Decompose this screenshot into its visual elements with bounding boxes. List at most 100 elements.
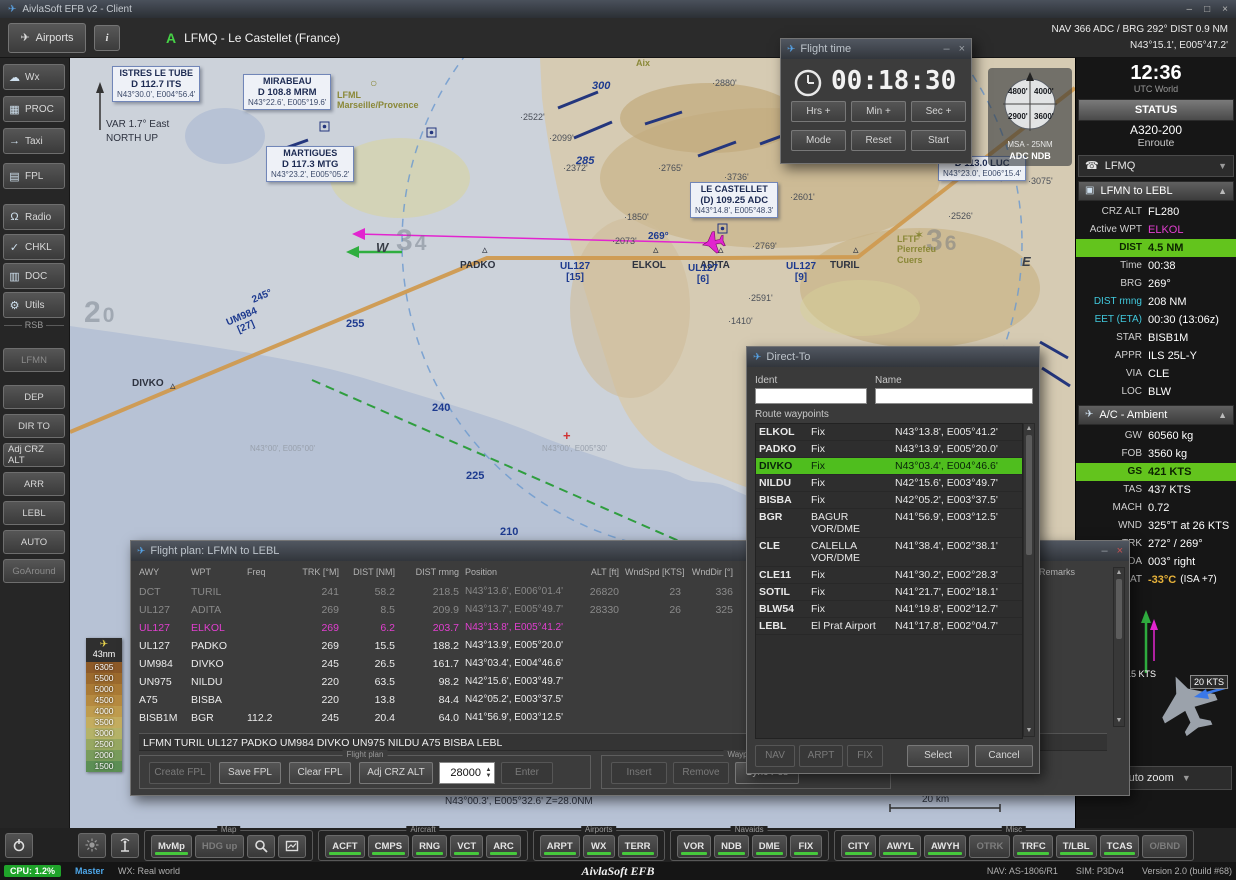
list-item-bgr[interactable]: BGRBAGUR VOR/DMEN41°56.9', E003°12.5' bbox=[756, 509, 1022, 538]
reset-button[interactable]: Reset bbox=[851, 130, 906, 151]
sidebar-item-proc[interactable]: ▦PROC bbox=[3, 96, 65, 122]
list-item-padko[interactable]: PADKOFixN43°13.9', E005°20.0' bbox=[756, 441, 1022, 458]
toolbar-button-arc[interactable]: ARC bbox=[486, 835, 521, 858]
toolbar-button-trfc[interactable]: TRFC bbox=[1013, 835, 1052, 858]
close-icon[interactable]: × bbox=[1117, 545, 1123, 557]
scroll-up-icon[interactable]: ▲ bbox=[1024, 424, 1034, 434]
column-header[interactable]: DIST [NM] bbox=[345, 567, 401, 582]
close-icon[interactable]: × bbox=[959, 43, 965, 55]
airport-selector[interactable]: ☎ LFMQ ▼ bbox=[1078, 155, 1234, 177]
save-fpl-button[interactable]: Save FPL bbox=[219, 762, 281, 784]
toolbar-button-rng[interactable]: RNG bbox=[412, 835, 447, 858]
column-header[interactable]: ALT [ft] bbox=[585, 567, 625, 582]
scrollbar[interactable]: ▲ ▼ bbox=[1113, 567, 1125, 727]
toolbar-button-tcas[interactable]: TCAS bbox=[1100, 835, 1140, 858]
toolbar-button-vor[interactable]: VOR bbox=[677, 835, 712, 858]
scroll-down-icon[interactable]: ▼ bbox=[1114, 716, 1124, 726]
stepper-arrows-icon[interactable]: ▲▼ bbox=[483, 767, 494, 779]
toolbar-button-ndb[interactable]: NDB bbox=[714, 835, 749, 858]
list-item-cle[interactable]: CLECALELLA VOR/DMEN41°38.4', E002°38.1' bbox=[756, 538, 1022, 567]
cruise-altitude-stepper[interactable]: 28000 ▲▼ bbox=[439, 762, 495, 784]
minimize-button[interactable]: – bbox=[943, 43, 949, 55]
column-header[interactable]: WndSpd [KTS] bbox=[625, 567, 687, 582]
list-item-cle11[interactable]: CLE11FixN41°30.2', E002°28.3' bbox=[756, 567, 1022, 584]
mode-button[interactable]: Mode bbox=[791, 130, 846, 151]
list-item-divko[interactable]: DIVKOFixN43°03.4', E004°46.6' bbox=[756, 458, 1022, 475]
scroll-up-icon[interactable]: ▲ bbox=[1114, 568, 1124, 578]
enter-button[interactable]: Enter bbox=[501, 762, 553, 784]
arpt-filter-button[interactable]: ARPT bbox=[799, 745, 843, 767]
hrs--button[interactable]: Hrs + bbox=[791, 101, 846, 122]
rsb-button-auto[interactable]: AUTO bbox=[3, 530, 65, 554]
scroll-thumb[interactable] bbox=[1026, 435, 1032, 555]
direct-to-titlebar[interactable]: ✈ Direct-To bbox=[747, 347, 1039, 367]
rsb-button-dir-to[interactable]: DIR TO bbox=[3, 414, 65, 438]
cancel-button[interactable]: Cancel bbox=[975, 745, 1033, 767]
sidebar-item-wx[interactable]: ☁Wx bbox=[3, 64, 65, 90]
list-item-bisba[interactable]: BISBAFixN42°05.2', E003°37.5' bbox=[756, 492, 1022, 509]
rsb-button-lebl[interactable]: LEBL bbox=[3, 501, 65, 525]
toolbar-button-dme[interactable]: DME bbox=[752, 835, 787, 858]
scroll-down-icon[interactable]: ▼ bbox=[1024, 726, 1034, 736]
adj-crz-alt-button[interactable]: Adj CRZ ALT bbox=[359, 762, 433, 784]
column-header[interactable]: DIST rmng bbox=[401, 567, 465, 582]
toolbar-button-t-lbl[interactable]: T/LBL bbox=[1056, 835, 1097, 858]
rsb-button-dep[interactable]: DEP bbox=[3, 385, 65, 409]
column-header[interactable]: Position bbox=[465, 567, 585, 582]
close-button[interactable]: × bbox=[1222, 4, 1228, 15]
antenna-icon[interactable] bbox=[111, 833, 139, 858]
power-icon[interactable] bbox=[5, 833, 33, 858]
ident-input[interactable] bbox=[755, 388, 867, 404]
toolbar-button-o-bnd[interactable]: O/BND bbox=[1142, 835, 1187, 858]
sidebar-item-chkl[interactable]: ✓CHKL bbox=[3, 234, 65, 260]
rsb-button-lfmn[interactable]: LFMN bbox=[3, 348, 65, 372]
list-item-nildu[interactable]: NILDUFixN42°15.6', E003°49.7' bbox=[756, 475, 1022, 492]
sidebar-item-radio[interactable]: ΩRadio bbox=[3, 204, 65, 230]
waypoint-symbol-divko[interactable]: ▵ bbox=[170, 379, 176, 392]
rsb-button-goaround[interactable]: GoAround bbox=[3, 559, 65, 583]
column-header[interactable]: WPT bbox=[191, 567, 247, 582]
toolbar-button-arpt[interactable]: ARPT bbox=[540, 835, 580, 858]
waypoint-symbol-turil[interactable]: ▵ bbox=[853, 243, 859, 256]
sidebar-item-taxi[interactable]: →Taxi bbox=[3, 128, 65, 154]
airports-button[interactable]: ✈ Airports bbox=[8, 23, 86, 53]
create-fpl-button[interactable]: Create FPL bbox=[149, 762, 211, 784]
toolbar-button-terr[interactable]: TERR bbox=[618, 835, 658, 858]
rsb-button-arr[interactable]: ARR bbox=[3, 472, 65, 496]
rsb-button-adj-crz-alt[interactable]: Adj CRZ ALT bbox=[3, 443, 65, 467]
toolbar-button-awyh[interactable]: AWYH bbox=[924, 835, 967, 858]
column-header[interactable]: TRK [°M] bbox=[293, 567, 345, 582]
list-item-blw54[interactable]: BLW54FixN41°19.8', E002°12.7' bbox=[756, 601, 1022, 618]
toolbar-button-hdg-up[interactable]: HDG up bbox=[195, 835, 244, 858]
nav-filter-button[interactable]: NAV bbox=[755, 745, 795, 767]
maximize-button[interactable]: □ bbox=[1204, 4, 1210, 15]
list-item-elkol[interactable]: ELKOLFixN43°13.8', E005°41.2' bbox=[756, 424, 1022, 441]
sidebar-item-fpl[interactable]: ▤FPL bbox=[3, 163, 65, 189]
fix-filter-button[interactable]: FIX bbox=[847, 745, 883, 767]
chart-icon[interactable] bbox=[278, 835, 306, 858]
ambient-section-header[interactable]: ✈ A/C - Ambient ▲ bbox=[1078, 405, 1234, 425]
remove-button[interactable]: Remove bbox=[673, 762, 729, 784]
route-section-header[interactable]: ▣ LFMN to LEBL ▲ bbox=[1078, 181, 1234, 201]
scroll-thumb[interactable] bbox=[1116, 579, 1122, 639]
clear-fpl-button[interactable]: Clear FPL bbox=[289, 762, 351, 784]
toolbar-button-acft[interactable]: ACFT bbox=[325, 835, 364, 858]
toolbar-button-cmps[interactable]: CMPS bbox=[368, 835, 409, 858]
insert-button[interactable]: Insert bbox=[611, 762, 667, 784]
scrollbar[interactable]: ▲ ▼ bbox=[1023, 423, 1035, 737]
window-titlebar[interactable]: ✈ AivlaSoft EFB v2 - Client – □ × bbox=[0, 0, 1236, 18]
toolbar-button-otrk[interactable]: OTRK bbox=[969, 835, 1010, 858]
flight-time-titlebar[interactable]: ✈ Flight time – × bbox=[781, 39, 971, 59]
column-header[interactable]: Freq bbox=[247, 567, 293, 582]
waypoint-symbol-elkol[interactable]: ▵ bbox=[653, 243, 659, 256]
search-icon[interactable] bbox=[247, 835, 275, 858]
name-input[interactable] bbox=[875, 388, 1033, 404]
sec--button[interactable]: Sec + bbox=[911, 101, 966, 122]
minimize-button[interactable]: – bbox=[1101, 545, 1107, 557]
min--button[interactable]: Min + bbox=[851, 101, 906, 122]
minimize-button[interactable]: – bbox=[1187, 4, 1193, 15]
waypoint-symbol-padko[interactable]: ▵ bbox=[482, 243, 488, 256]
brightness-icon[interactable] bbox=[78, 833, 106, 858]
waypoint-symbol-adita[interactable]: ▵ bbox=[718, 243, 724, 256]
column-header[interactable]: Remarks bbox=[1039, 567, 1081, 582]
